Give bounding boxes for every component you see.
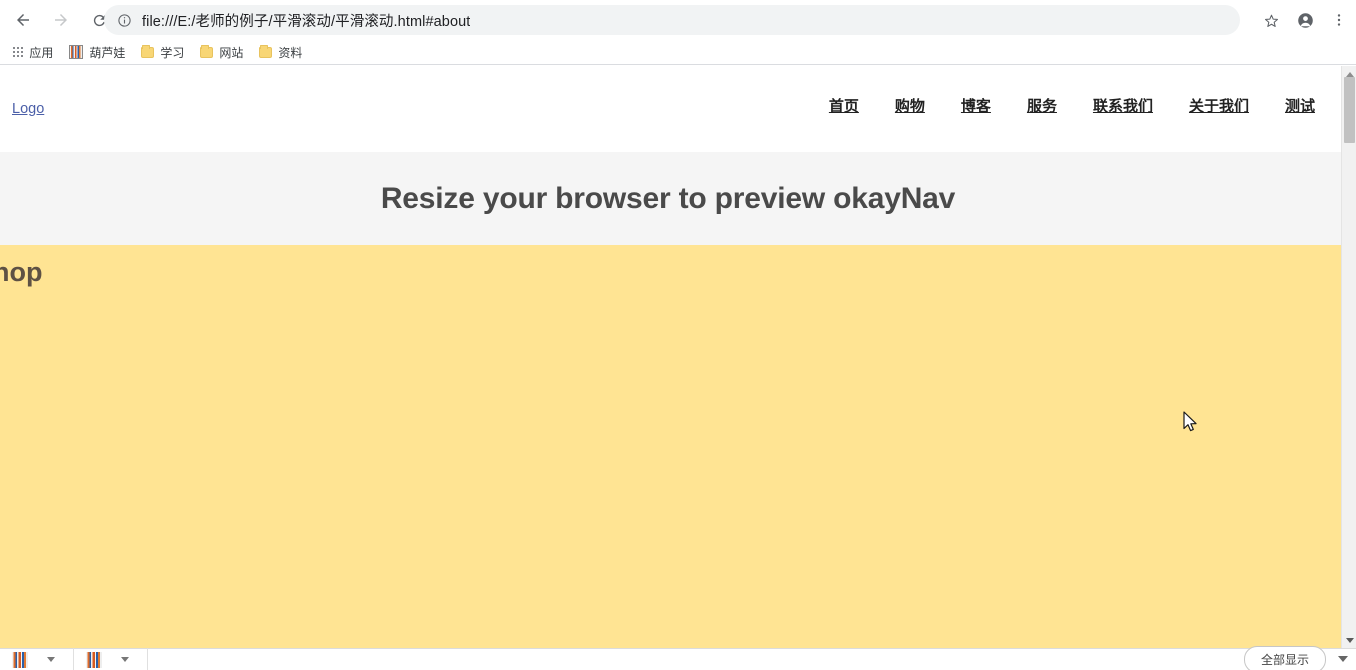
bookmark-folder-xuexi[interactable]: 学习 <box>134 41 191 63</box>
download-item[interactable] <box>86 642 143 670</box>
apps-grid-icon <box>13 46 24 58</box>
site-favicon-icon <box>69 45 84 59</box>
back-arrow-icon <box>17 14 29 26</box>
profile-button[interactable] <box>1288 3 1322 37</box>
forward-button[interactable] <box>44 3 78 37</box>
hero-strip: Resize your browser to preview okayNav <box>0 152 1341 245</box>
nav-item-shop[interactable]: 购物 <box>895 99 925 114</box>
nav-item-blog[interactable]: 博客 <box>961 99 991 114</box>
scroll-down-arrow-icon[interactable] <box>1342 632 1356 648</box>
chrome-menu-button[interactable] <box>1322 3 1356 37</box>
bookmark-label: 网站 <box>219 45 244 60</box>
bookmark-folder-ziliao[interactable]: 资料 <box>252 41 309 63</box>
downloads-bar-actions: 全部显示 <box>1243 645 1348 670</box>
page-scrollbar[interactable] <box>1341 66 1356 648</box>
info-circle-icon <box>117 13 131 27</box>
download-menu-caret-icon[interactable] <box>121 657 129 662</box>
bookmark-label: 资料 <box>278 45 303 60</box>
browser-window: file:///E:/老师的例子/平滑滚动/平滑滚动.html#about 应用… <box>0 0 1356 670</box>
site-logo-link[interactable]: Logo <box>12 102 44 117</box>
downloads-bar: 全部显示 <box>0 645 1356 670</box>
show-all-downloads-button[interactable]: 全部显示 <box>1243 645 1326 670</box>
downloads-separator <box>147 647 148 670</box>
toolbar-right-group <box>1254 0 1356 40</box>
bookmark-star-button[interactable] <box>1254 3 1288 37</box>
bookmark-label: 葫芦娃 <box>89 45 126 60</box>
address-bar[interactable]: file:///E:/老师的例子/平滑滚动/平滑滚动.html#about <box>104 5 1240 35</box>
back-button[interactable] <box>6 3 40 37</box>
page-viewport: Logo 首页 购物 博客 服务 联系我们 关于我们 测试 Resize you… <box>0 66 1341 648</box>
section-heading: shop <box>0 257 43 287</box>
nav-item-contact[interactable]: 联系我们 <box>1093 99 1153 114</box>
page-title: Resize your browser to preview okayNav <box>380 181 956 215</box>
folder-icon <box>259 44 273 58</box>
bookmark-item-huluwa[interactable]: 葫芦娃 <box>62 41 132 63</box>
nav-item-about[interactable]: 关于我们 <box>1189 99 1249 114</box>
site-navigation: 首页 购物 博客 服务 联系我们 关于我们 测试 <box>829 99 1315 114</box>
folder-icon <box>141 44 155 58</box>
folder-icon <box>200 44 214 58</box>
download-file-icon <box>12 651 28 668</box>
bookmark-folder-wangzhan[interactable]: 网站 <box>193 41 250 63</box>
bookmark-apps-shortcut[interactable]: 应用 <box>6 41 60 63</box>
scrollbar-thumb[interactable] <box>1344 77 1355 143</box>
download-item[interactable] <box>12 642 69 670</box>
nav-item-home[interactable]: 首页 <box>829 99 859 114</box>
download-menu-caret-icon[interactable] <box>47 657 55 662</box>
nav-item-test[interactable]: 测试 <box>1285 99 1315 114</box>
close-downloads-bar-icon[interactable] <box>1338 656 1348 662</box>
shop-section: shop <box>0 245 1341 648</box>
nav-item-service[interactable]: 服务 <box>1027 99 1057 114</box>
three-dot-menu-icon <box>1337 14 1341 26</box>
browser-toolbar: file:///E:/老师的例子/平滑滚动/平滑滚动.html#about <box>0 0 1356 40</box>
site-header: Logo 首页 购物 博客 服务 联系我们 关于我们 测试 <box>0 66 1341 152</box>
star-icon <box>1264 14 1278 27</box>
bookmark-apps-label: 应用 <box>29 45 54 60</box>
url-text: file:///E:/老师的例子/平滑滚动/平滑滚动.html#about <box>142 13 471 30</box>
forward-arrow-icon <box>55 14 67 26</box>
bookmark-label: 学习 <box>160 45 185 60</box>
account-avatar-icon <box>1297 12 1313 28</box>
download-file-icon <box>86 651 102 668</box>
downloads-separator <box>73 647 74 670</box>
bookmarks-bar: 应用 葫芦娃 学习 网站 资料 <box>0 40 1356 65</box>
site-info-icon[interactable] <box>110 13 138 28</box>
